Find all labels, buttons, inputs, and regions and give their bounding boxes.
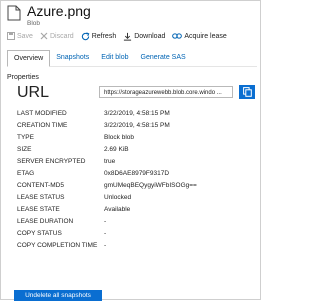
- url-field[interactable]: https://storageazurewebb.blob.core.windo…: [99, 86, 233, 98]
- property-row: ETAG 0x8D6AE8979F9317D: [7, 168, 257, 180]
- save-icon: [7, 32, 15, 40]
- save-button[interactable]: Save: [7, 32, 33, 40]
- discard-icon: [40, 32, 48, 40]
- property-value: -: [104, 242, 107, 249]
- property-row: CONTENT-MD5 gmUMeqBEQygyiWFbISOGg==: [7, 180, 257, 192]
- property-row: LAST MODIFIED 3/22/2019, 4:58:15 PM: [7, 108, 257, 120]
- copy-icon: [242, 87, 252, 97]
- file-icon: [7, 5, 21, 21]
- property-key: CREATION TIME: [17, 122, 68, 129]
- link-icon: [172, 33, 183, 39]
- property-key: TYPE: [17, 134, 34, 141]
- property-row: CREATION TIME 3/22/2019, 4:58:15 PM: [7, 120, 257, 132]
- tab-edit-blob[interactable]: Edit blob: [95, 50, 134, 65]
- page-title: Azure.png: [27, 3, 91, 19]
- refresh-icon: [81, 31, 90, 40]
- property-row: SIZE 2.69 KiB: [7, 144, 257, 156]
- download-button[interactable]: Download: [123, 32, 165, 41]
- property-value: Available: [104, 206, 131, 213]
- property-row: LEASE STATE Available: [7, 204, 257, 216]
- toolbar: Save Discard Refresh Download Acquire le…: [7, 29, 259, 43]
- property-value: Unlocked: [104, 194, 132, 201]
- tab-snapshots[interactable]: Snapshots: [50, 50, 95, 65]
- property-value: Block blob: [104, 134, 134, 141]
- save-label: Save: [17, 32, 33, 40]
- property-value: 2.69 KiB: [104, 146, 129, 153]
- acquire-lease-button[interactable]: Acquire lease: [172, 32, 227, 40]
- property-row: SERVER ENCRYPTED true: [7, 156, 257, 168]
- property-row: COPY COMPLETION TIME -: [7, 240, 257, 252]
- refresh-label: Refresh: [91, 32, 117, 40]
- property-key: LEASE STATE: [17, 206, 60, 213]
- property-key: COPY COMPLETION TIME: [17, 242, 98, 249]
- discard-label: Discard: [49, 32, 74, 40]
- property-row: TYPE Block blob: [7, 132, 257, 144]
- property-key: LEASE DURATION: [17, 218, 74, 225]
- property-row: COPY STATUS -: [7, 228, 257, 240]
- tab-bar: Overview Snapshots Edit blob Generate SA…: [7, 50, 257, 67]
- property-key: SIZE: [17, 146, 32, 153]
- property-row: LEASE STATUS Unlocked: [7, 192, 257, 204]
- download-icon: [124, 32, 132, 41]
- property-value: 3/22/2019, 4:58:15 PM: [104, 110, 170, 117]
- copy-url-button[interactable]: [239, 85, 255, 99]
- property-key: SERVER ENCRYPTED: [17, 158, 86, 165]
- property-value: -: [104, 218, 107, 225]
- tab-overview[interactable]: Overview: [7, 50, 51, 67]
- property-key: LEASE STATUS: [17, 194, 65, 201]
- url-label: URL: [17, 84, 50, 101]
- properties-heading: Properties: [7, 74, 39, 81]
- download-label: Download: [134, 32, 166, 40]
- property-key: COPY STATUS: [17, 230, 62, 237]
- property-value: gmUMeqBEQygyiWFbISOGg==: [104, 182, 197, 189]
- property-value: true: [104, 158, 116, 165]
- blob-panel: Azure.png Blob Save Discard Refresh Down…: [0, 0, 261, 301]
- property-key: CONTENT-MD5: [17, 182, 64, 189]
- page-subtitle: Blob: [27, 20, 41, 27]
- property-key: LAST MODIFIED: [17, 110, 67, 117]
- refresh-button[interactable]: Refresh: [81, 31, 117, 41]
- property-value: 3/22/2019, 4:58:15 PM: [104, 122, 170, 129]
- property-row: LEASE DURATION -: [7, 216, 257, 228]
- undelete-all-snapshots-button[interactable]: Undelete all snapshots: [14, 290, 102, 301]
- discard-button[interactable]: Discard: [40, 32, 74, 40]
- tab-generate-sas[interactable]: Generate SAS: [135, 50, 192, 65]
- property-value: -: [104, 230, 107, 237]
- property-key: ETAG: [17, 170, 35, 177]
- property-value: 0x8D6AE8979F9317D: [104, 170, 170, 177]
- acquire-lease-label: Acquire lease: [184, 32, 227, 40]
